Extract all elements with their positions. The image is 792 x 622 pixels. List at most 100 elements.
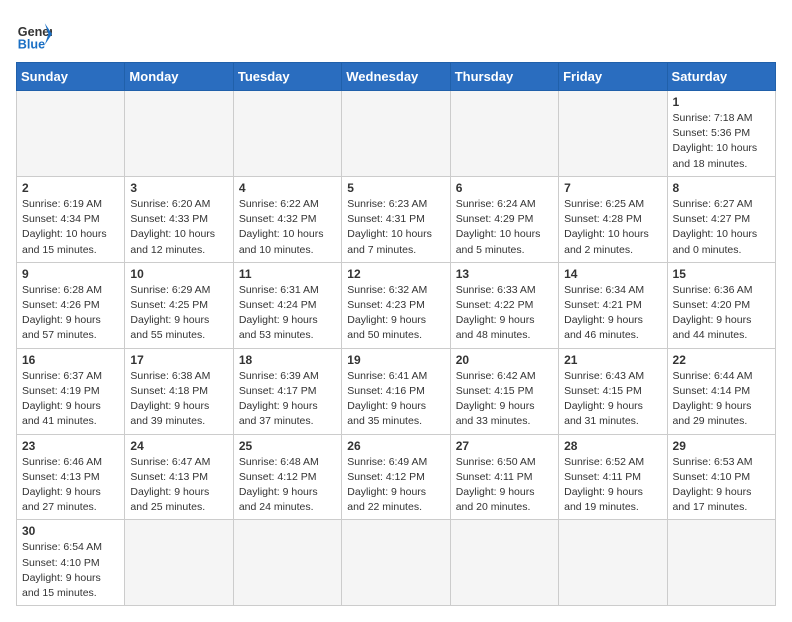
calendar-cell: 9 Sunrise: 6:28 AMSunset: 4:26 PMDaylight… <box>17 262 125 348</box>
calendar-cell: 12 Sunrise: 6:32 AMSunset: 4:23 PMDayligh… <box>342 262 450 348</box>
calendar-week-row: 23Sunrise: 6:46 AMSunset: 4:13 PMDayligh… <box>17 434 776 520</box>
day-number: 25 <box>239 439 336 453</box>
day-info: Sunrise: 6:44 AMSunset: 4:14 PMDaylight:… <box>673 369 770 430</box>
day-info: Sunrise: 6:38 AMSunset: 4:18 PMDaylight:… <box>130 369 227 430</box>
calendar-week-row: 30Sunrise: 6:54 AMSunset: 4:10 PMDayligh… <box>17 520 776 606</box>
calendar-cell <box>450 91 558 177</box>
header-wednesday: Wednesday <box>342 63 450 91</box>
day-info: Sunrise: 6:54 AMSunset: 4:10 PMDaylight:… <box>22 540 119 601</box>
day-number: 16 <box>22 353 119 367</box>
logo-icon: General Blue <box>16 16 52 52</box>
day-info: Sunrise: 6:50 AMSunset: 4:11 PMDaylight:… <box>456 455 553 516</box>
day-info: Sunrise: 6:41 AMSunset: 4:16 PMDaylight:… <box>347 369 444 430</box>
calendar-week-row: 2 Sunrise: 6:19 AMSunset: 4:34 PMDaylight… <box>17 176 776 262</box>
day-number: 27 <box>456 439 553 453</box>
calendar-cell: 14 Sunrise: 6:34 AMSunset: 4:21 PMDayligh… <box>559 262 667 348</box>
calendar-cell: 24Sunrise: 6:47 AMSunset: 4:13 PMDayligh… <box>125 434 233 520</box>
day-number: 22 <box>673 353 770 367</box>
calendar-cell: 27 Sunrise: 6:50 AMSunset: 4:11 PMDayligh… <box>450 434 558 520</box>
calendar-cell <box>667 520 775 606</box>
header-saturday: Saturday <box>667 63 775 91</box>
day-number: 17 <box>130 353 227 367</box>
calendar-cell <box>125 91 233 177</box>
day-info: Sunrise: 6:27 AMSunset: 4:27 PMDaylight:… <box>673 197 770 258</box>
calendar-cell: 6Sunrise: 6:24 AMSunset: 4:29 PMDaylight… <box>450 176 558 262</box>
header-thursday: Thursday <box>450 63 558 91</box>
calendar-cell: 19 Sunrise: 6:41 AMSunset: 4:16 PMDayligh… <box>342 348 450 434</box>
calendar-cell: 8 Sunrise: 6:27 AMSunset: 4:27 PMDaylight… <box>667 176 775 262</box>
calendar-cell: 17 Sunrise: 6:38 AMSunset: 4:18 PMDayligh… <box>125 348 233 434</box>
day-number: 3 <box>130 181 227 195</box>
day-number: 15 <box>673 267 770 281</box>
day-info: Sunrise: 6:52 AMSunset: 4:11 PMDaylight:… <box>564 455 661 516</box>
day-info: Sunrise: 6:31 AMSunset: 4:24 PMDaylight:… <box>239 283 336 344</box>
calendar-cell <box>233 91 341 177</box>
calendar-cell: 13 Sunrise: 6:33 AMSunset: 4:22 PMDayligh… <box>450 262 558 348</box>
day-number: 19 <box>347 353 444 367</box>
calendar-week-row: 16Sunrise: 6:37 AMSunset: 4:19 PMDayligh… <box>17 348 776 434</box>
calendar-cell <box>559 520 667 606</box>
calendar-cell: 4Sunrise: 6:22 AMSunset: 4:32 PMDaylight… <box>233 176 341 262</box>
day-info: Sunrise: 6:34 AMSunset: 4:21 PMDaylight:… <box>564 283 661 344</box>
day-number: 20 <box>456 353 553 367</box>
calendar-cell: 7Sunrise: 6:25 AMSunset: 4:28 PMDaylight… <box>559 176 667 262</box>
day-info: Sunrise: 6:36 AMSunset: 4:20 PMDaylight:… <box>673 283 770 344</box>
calendar-cell <box>450 520 558 606</box>
day-number: 14 <box>564 267 661 281</box>
day-info: Sunrise: 6:49 AMSunset: 4:12 PMDaylight:… <box>347 455 444 516</box>
day-number: 6 <box>456 181 553 195</box>
day-number: 8 <box>673 181 770 195</box>
header-tuesday: Tuesday <box>233 63 341 91</box>
day-number: 9 <box>22 267 119 281</box>
day-number: 23 <box>22 439 119 453</box>
day-info: Sunrise: 6:48 AMSunset: 4:12 PMDaylight:… <box>239 455 336 516</box>
calendar-cell: 21 Sunrise: 6:43 AMSunset: 4:15 PMDayligh… <box>559 348 667 434</box>
svg-text:Blue: Blue <box>18 37 45 51</box>
day-number: 12 <box>347 267 444 281</box>
calendar-cell <box>342 520 450 606</box>
day-number: 4 <box>239 181 336 195</box>
day-number: 2 <box>22 181 119 195</box>
calendar-cell: 25 Sunrise: 6:48 AMSunset: 4:12 PMDayligh… <box>233 434 341 520</box>
calendar-cell <box>233 520 341 606</box>
day-number: 29 <box>673 439 770 453</box>
calendar-cell: 29 Sunrise: 6:53 AMSunset: 4:10 PMDayligh… <box>667 434 775 520</box>
day-number: 10 <box>130 267 227 281</box>
calendar-cell: 20 Sunrise: 6:42 AMSunset: 4:15 PMDayligh… <box>450 348 558 434</box>
day-number: 1 <box>673 95 770 109</box>
page-header: General Blue <box>16 16 776 52</box>
calendar-cell <box>559 91 667 177</box>
day-number: 5 <box>347 181 444 195</box>
day-info: Sunrise: 6:43 AMSunset: 4:15 PMDaylight:… <box>564 369 661 430</box>
calendar-cell: 10 Sunrise: 6:29 AMSunset: 4:25 PMDayligh… <box>125 262 233 348</box>
weekday-header-row: Sunday Monday Tuesday Wednesday Thursday… <box>17 63 776 91</box>
header-friday: Friday <box>559 63 667 91</box>
day-info: Sunrise: 6:53 AMSunset: 4:10 PMDaylight:… <box>673 455 770 516</box>
day-info: Sunrise: 6:42 AMSunset: 4:15 PMDaylight:… <box>456 369 553 430</box>
day-number: 26 <box>347 439 444 453</box>
calendar-cell: 11Sunrise: 6:31 AMSunset: 4:24 PMDayligh… <box>233 262 341 348</box>
calendar-cell <box>17 91 125 177</box>
day-info: Sunrise: 6:25 AMSunset: 4:28 PMDaylight:… <box>564 197 661 258</box>
day-info: Sunrise: 7:18 AMSunset: 5:36 PMDaylight:… <box>673 111 770 172</box>
calendar-cell: 30Sunrise: 6:54 AMSunset: 4:10 PMDayligh… <box>17 520 125 606</box>
calendar-week-row: 9 Sunrise: 6:28 AMSunset: 4:26 PMDaylight… <box>17 262 776 348</box>
calendar-table: Sunday Monday Tuesday Wednesday Thursday… <box>16 62 776 606</box>
day-info: Sunrise: 6:32 AMSunset: 4:23 PMDaylight:… <box>347 283 444 344</box>
day-info: Sunrise: 6:29 AMSunset: 4:25 PMDaylight:… <box>130 283 227 344</box>
calendar-week-row: 1 Sunrise: 7:18 AMSunset: 5:36 PMDaylight… <box>17 91 776 177</box>
day-number: 21 <box>564 353 661 367</box>
calendar-cell: 1 Sunrise: 7:18 AMSunset: 5:36 PMDaylight… <box>667 91 775 177</box>
header-sunday: Sunday <box>17 63 125 91</box>
day-info: Sunrise: 6:47 AMSunset: 4:13 PMDaylight:… <box>130 455 227 516</box>
day-number: 13 <box>456 267 553 281</box>
calendar-cell: 23Sunrise: 6:46 AMSunset: 4:13 PMDayligh… <box>17 434 125 520</box>
calendar-cell: 2 Sunrise: 6:19 AMSunset: 4:34 PMDaylight… <box>17 176 125 262</box>
calendar-cell: 16Sunrise: 6:37 AMSunset: 4:19 PMDayligh… <box>17 348 125 434</box>
calendar-cell: 28 Sunrise: 6:52 AMSunset: 4:11 PMDayligh… <box>559 434 667 520</box>
day-info: Sunrise: 6:28 AMSunset: 4:26 PMDaylight:… <box>22 283 119 344</box>
day-info: Sunrise: 6:19 AMSunset: 4:34 PMDaylight:… <box>22 197 119 258</box>
day-info: Sunrise: 6:20 AMSunset: 4:33 PMDaylight:… <box>130 197 227 258</box>
day-info: Sunrise: 6:33 AMSunset: 4:22 PMDaylight:… <box>456 283 553 344</box>
day-number: 28 <box>564 439 661 453</box>
